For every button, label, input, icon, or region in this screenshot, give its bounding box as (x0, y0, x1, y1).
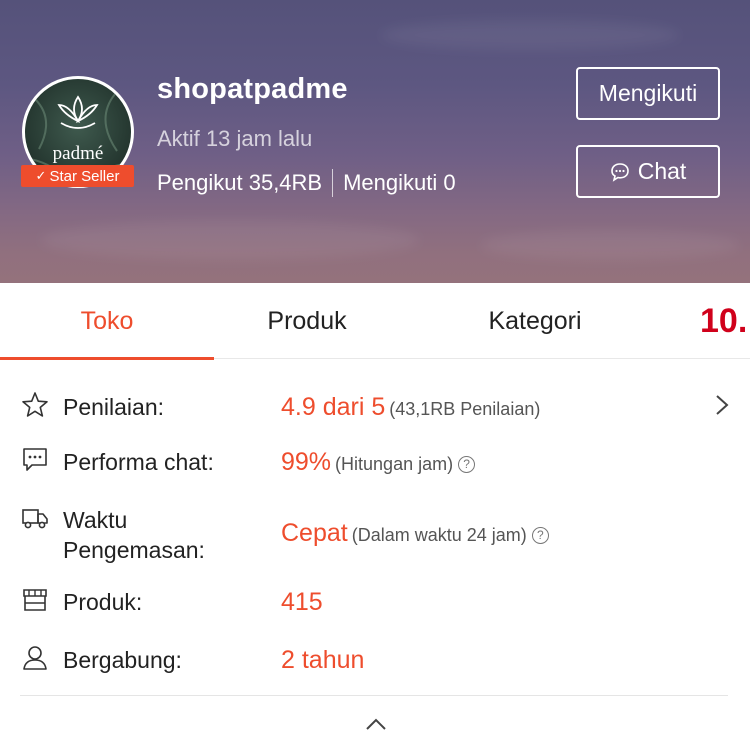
following-count[interactable]: Mengikuti 0 (343, 170, 456, 196)
stats-divider (332, 169, 334, 197)
joined-value: 2 tahun (281, 646, 365, 674)
chat-performance-value: 99% (281, 448, 332, 476)
products-value: 415 (281, 588, 323, 616)
shop-header: padmé ✓ Star Seller shopatpadme Aktif 13… (0, 0, 750, 283)
delivery-truck-icon (22, 509, 48, 529)
packing-time-row: Waktu Pengemasan: Cepat (Dalam waktu 24 j… (0, 503, 750, 567)
tab-produk[interactable]: Produk (214, 283, 400, 359)
star-seller-badge: ✓ Star Seller (21, 165, 134, 187)
tab-kategori[interactable]: Kategori (430, 283, 640, 359)
rating-label: Penilaian: (63, 394, 165, 420)
followers-count[interactable]: Pengikut 35,4RB (157, 170, 322, 196)
rating-value-group: 4.9 dari 5 (43,1RB Penilaian) (281, 392, 540, 424)
packing-time-value: Cepat (281, 519, 348, 547)
tab-promo[interactable]: 10. (700, 283, 750, 359)
follow-stats: Pengikut 35,4RB Mengikuti 0 (157, 169, 456, 197)
chevron-up-icon[interactable] (364, 716, 388, 732)
tab-toko[interactable]: Toko (0, 283, 214, 360)
tab-label: Toko (80, 306, 134, 335)
follow-button-label: Mengikuti (598, 80, 698, 106)
products-label: Produk: (63, 589, 143, 615)
active-tab-indicator (0, 357, 214, 360)
tab-label: 10. (700, 301, 748, 340)
chevron-right-icon[interactable] (712, 390, 732, 420)
section-divider (20, 695, 728, 696)
tab-label: Produk (267, 306, 347, 335)
rating-value: 4.9 dari 5 (281, 393, 386, 421)
chat-icon (610, 162, 629, 182)
products-row: Produk: 415 (0, 585, 750, 619)
background-cloud (480, 230, 740, 260)
badge-label: Star Seller (49, 167, 120, 185)
rating-note: (43,1RB Penilaian) (389, 399, 541, 419)
chat-performance-row: Performa chat: 99% (Hitungan jam)? (0, 445, 750, 479)
joined-row: Bergabung: 2 tahun (0, 643, 750, 677)
rating-row[interactable]: Penilaian: 4.9 dari 5 (43,1RB Penilaian) (0, 390, 750, 424)
user-icon (23, 646, 47, 670)
shop-name: shopatpadme (157, 73, 348, 105)
star-outline-icon (22, 392, 48, 417)
active-status: Aktif 13 jam lalu (157, 126, 313, 151)
question-circle-icon[interactable]: ? (458, 456, 476, 473)
packing-time-label-line1: Waktu (63, 507, 128, 533)
tab-label: Kategori (488, 306, 582, 335)
shop-tabs: Toko Produk Kategori 10. (0, 283, 750, 360)
question-circle-icon[interactable]: ? (531, 527, 549, 544)
follow-button[interactable]: Mengikuti (576, 67, 720, 120)
avatar-text: padmé (52, 143, 104, 164)
chat-performance-value-group: 99% (Hitungan jam)? (281, 447, 476, 479)
chat-button-label: Chat (637, 158, 687, 184)
chat-performance-note: (Hitungan jam) (335, 454, 454, 474)
chat-button[interactable]: Chat (576, 145, 720, 198)
packing-time-note: (Dalam waktu 24 jam) (351, 525, 527, 545)
packing-time-label-line2: Pengemasan: (63, 537, 205, 563)
packing-time-value-group: Cepat (Dalam waktu 24 jam)? (281, 518, 549, 550)
joined-label: Bergabung: (63, 647, 182, 673)
chat-performance-label: Performa chat: (63, 449, 214, 475)
storefront-icon (23, 589, 47, 611)
background-cloud (40, 220, 420, 260)
chat-bubble-icon (23, 448, 47, 471)
check-icon: ✓ (35, 168, 47, 183)
background-cloud (380, 20, 680, 50)
